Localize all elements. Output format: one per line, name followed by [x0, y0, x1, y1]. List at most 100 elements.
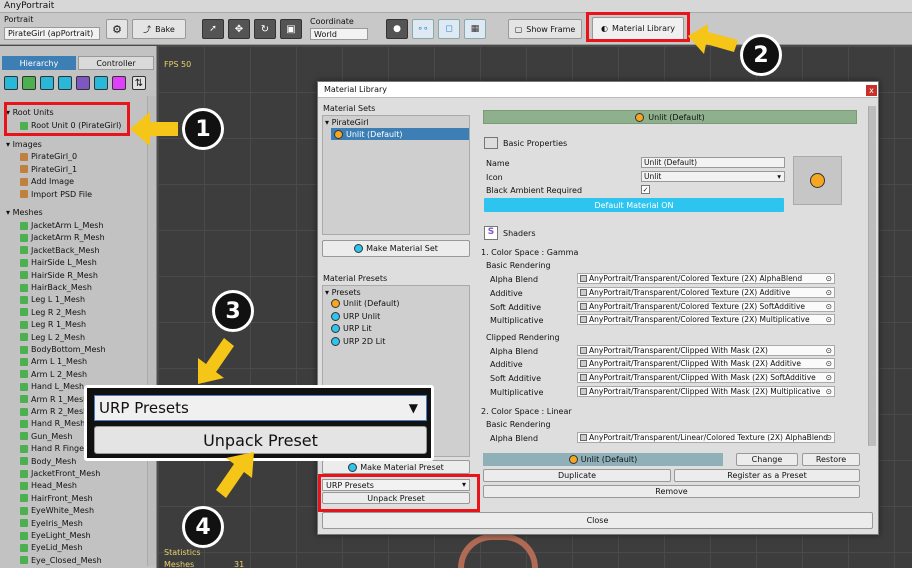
filter-param-icon[interactable] — [112, 76, 126, 90]
bake-button[interactable]: ⤴ Bake — [132, 19, 186, 39]
shader-select-icon[interactable]: ⊙ — [826, 433, 832, 442]
filter-all-icon[interactable] — [4, 76, 18, 90]
preset-item[interactable]: Unlit (Default) — [331, 299, 400, 308]
change-button[interactable]: Change — [736, 453, 798, 466]
preset-item[interactable]: URP Unlit — [331, 311, 380, 321]
tab-controller[interactable]: Controller — [78, 56, 154, 70]
mesh-item[interactable]: Arm R 2_Mesh — [20, 407, 88, 416]
mesh-item[interactable]: Arm R 1_Mesh — [20, 395, 88, 404]
callout-dropdown[interactable]: URP Presets ▼ — [94, 395, 427, 421]
mesh-item[interactable]: Hand R Finger — [20, 444, 87, 453]
close-button[interactable]: Close — [322, 512, 873, 529]
tab-hierarchy[interactable]: Hierarchy — [2, 56, 76, 70]
settings-button[interactable]: ⚙ — [106, 19, 128, 39]
shader-select-icon[interactable]: ⊙ — [826, 274, 832, 283]
set-group[interactable]: ▾ PirateGirl — [325, 118, 369, 127]
shader-row[interactable]: AnyPortrait/Transparent/Colored Texture … — [577, 314, 835, 325]
dialog-scrollbar[interactable] — [868, 106, 876, 446]
show-frame-button[interactable]: ▢ Show Frame — [508, 19, 582, 39]
image-item[interactable]: PirateGirl_0 — [20, 152, 77, 161]
move-tool-button[interactable]: ✥ — [228, 19, 250, 39]
shader-linear-alpha[interactable]: AnyPortrait/Transparent/Linear/Colored T… — [577, 432, 835, 443]
sort-icon[interactable]: ⇅ — [132, 76, 146, 90]
mesh-item[interactable]: Eye_Closed_Mesh — [20, 556, 102, 565]
mesh-item[interactable]: HairFront_Mesh — [20, 494, 93, 503]
shader-row[interactable]: AnyPortrait/Transparent/Colored Texture … — [577, 301, 835, 312]
mesh-item[interactable]: Leg R 2_Mesh — [20, 308, 86, 317]
filter-meshgroup-icon[interactable] — [76, 76, 90, 90]
register-preset-button[interactable]: Register as a Preset — [674, 469, 860, 482]
shader-select-icon[interactable]: ⊙ — [826, 387, 832, 396]
mesh-item[interactable]: EyeIris_Mesh — [20, 519, 83, 528]
mesh-item[interactable]: JacketFront_Mesh — [20, 469, 100, 478]
portrait-field[interactable]: PirateGirl (apPortrait) — [4, 27, 100, 40]
mesh-item[interactable]: HairSide L_Mesh — [20, 258, 97, 267]
shader-select-icon[interactable]: ⊙ — [826, 373, 832, 382]
preset-item[interactable]: URP Lit — [331, 324, 372, 333]
mesh-item[interactable]: HairBack_Mesh — [20, 283, 92, 292]
mesh-item[interactable]: Leg R 1_Mesh — [20, 320, 86, 329]
shader-row[interactable]: AnyPortrait/Transparent/Colored Texture … — [577, 287, 835, 298]
shader-row[interactable]: AnyPortrait/Transparent/Clipped With Mas… — [577, 358, 835, 369]
filter-mesh-icon[interactable] — [58, 76, 72, 90]
callout-unpack-button[interactable]: Unpack Preset — [94, 426, 427, 454]
mesh-item[interactable]: EyeLid_Mesh — [20, 543, 83, 552]
left-scrollbar[interactable] — [147, 96, 156, 566]
shader-row[interactable]: AnyPortrait/Transparent/Clipped With Mas… — [577, 372, 835, 383]
bones-button[interactable]: ∘∘ — [412, 19, 434, 39]
mesh-item[interactable]: Hand L_Mesh — [20, 382, 84, 391]
mesh-item[interactable]: EyeLight_Mesh — [20, 531, 91, 540]
mesh-item[interactable]: Arm L 2_Mesh — [20, 370, 87, 379]
mesh-icon — [20, 469, 28, 478]
filter-image-icon[interactable] — [40, 76, 54, 90]
mesh-item[interactable]: Body_Mesh — [20, 457, 76, 466]
mesh-item[interactable]: Leg L 2_Mesh — [20, 333, 85, 342]
mesh-item[interactable]: JacketArm L_Mesh — [20, 221, 104, 230]
image-item[interactable]: PirateGirl_1 — [20, 165, 77, 174]
shader-select-icon[interactable]: ⊙ — [826, 315, 832, 324]
set-item-selected[interactable]: Unlit (Default) — [331, 128, 469, 140]
make-material-preset-button[interactable]: Make Material Preset — [322, 460, 470, 474]
icon-select[interactable]: Unlit ▾ — [641, 171, 785, 182]
image-item[interactable]: Add Image — [20, 177, 74, 186]
mesh-item[interactable]: BodyBottom_Mesh — [20, 345, 106, 354]
rotate-tool-button[interactable]: ↻ — [254, 19, 276, 39]
shader-row[interactable]: AnyPortrait/Transparent/Clipped With Mas… — [577, 345, 835, 356]
make-material-set-button[interactable]: Make Material Set — [322, 240, 470, 257]
meshes-header[interactable]: ▾ Meshes — [6, 208, 43, 217]
preset-item[interactable]: URP 2D Lit — [331, 336, 385, 346]
black-ambient-checkbox[interactable]: ✓ — [641, 185, 650, 194]
mesh-item[interactable]: EyeWhite_Mesh — [20, 506, 94, 515]
dialog-close-x[interactable]: x — [866, 85, 877, 96]
mesh-item[interactable]: Leg L 1_Mesh — [20, 295, 85, 304]
image-item[interactable]: Import PSD File — [20, 190, 92, 199]
mesh-item[interactable]: Arm L 1_Mesh — [20, 357, 87, 366]
mesh-button[interactable]: ◻ — [438, 19, 460, 39]
shader-row[interactable]: AnyPortrait/Transparent/Clipped With Mas… — [577, 386, 835, 397]
coordinate-select[interactable]: World — [310, 28, 368, 40]
mesh-item[interactable]: Gun_Mesh — [20, 432, 72, 441]
restore-button[interactable]: Restore — [802, 453, 860, 466]
shader-select-icon[interactable]: ⊙ — [826, 288, 832, 297]
mesh-item[interactable]: Head_Mesh — [20, 481, 77, 490]
images-header[interactable]: ▾ Images — [6, 140, 42, 149]
mesh-item[interactable]: JacketBack_Mesh — [20, 246, 100, 255]
shader-select-icon[interactable]: ⊙ — [826, 359, 832, 368]
filter-animation-icon[interactable] — [94, 76, 108, 90]
duplicate-button[interactable]: Duplicate — [483, 469, 671, 482]
presets-group[interactable]: ▾ Presets — [325, 288, 361, 297]
mesh-item[interactable]: Hand R_Mesh — [20, 419, 85, 428]
scale-tool-button[interactable]: ▣ — [280, 19, 302, 39]
mesh-item[interactable]: HairSide R_Mesh — [20, 271, 98, 280]
remove-button[interactable]: Remove — [483, 485, 860, 498]
filter-rootunit-icon[interactable] — [22, 76, 36, 90]
name-field[interactable]: Unlit (Default) — [641, 157, 785, 168]
select-tool-button[interactable]: ➚ — [202, 19, 224, 39]
shader-row[interactable]: AnyPortrait/Transparent/Colored Texture … — [577, 273, 835, 284]
shader-select-icon[interactable]: ⊙ — [826, 346, 832, 355]
mesh-item[interactable]: JacketArm R_Mesh — [20, 233, 105, 242]
onion-button[interactable]: ● — [386, 19, 408, 39]
shader-select-icon[interactable]: ⊙ — [826, 302, 832, 311]
default-material-button[interactable]: Default Material ON — [484, 198, 784, 212]
physics-button[interactable]: ▦ — [464, 19, 486, 39]
